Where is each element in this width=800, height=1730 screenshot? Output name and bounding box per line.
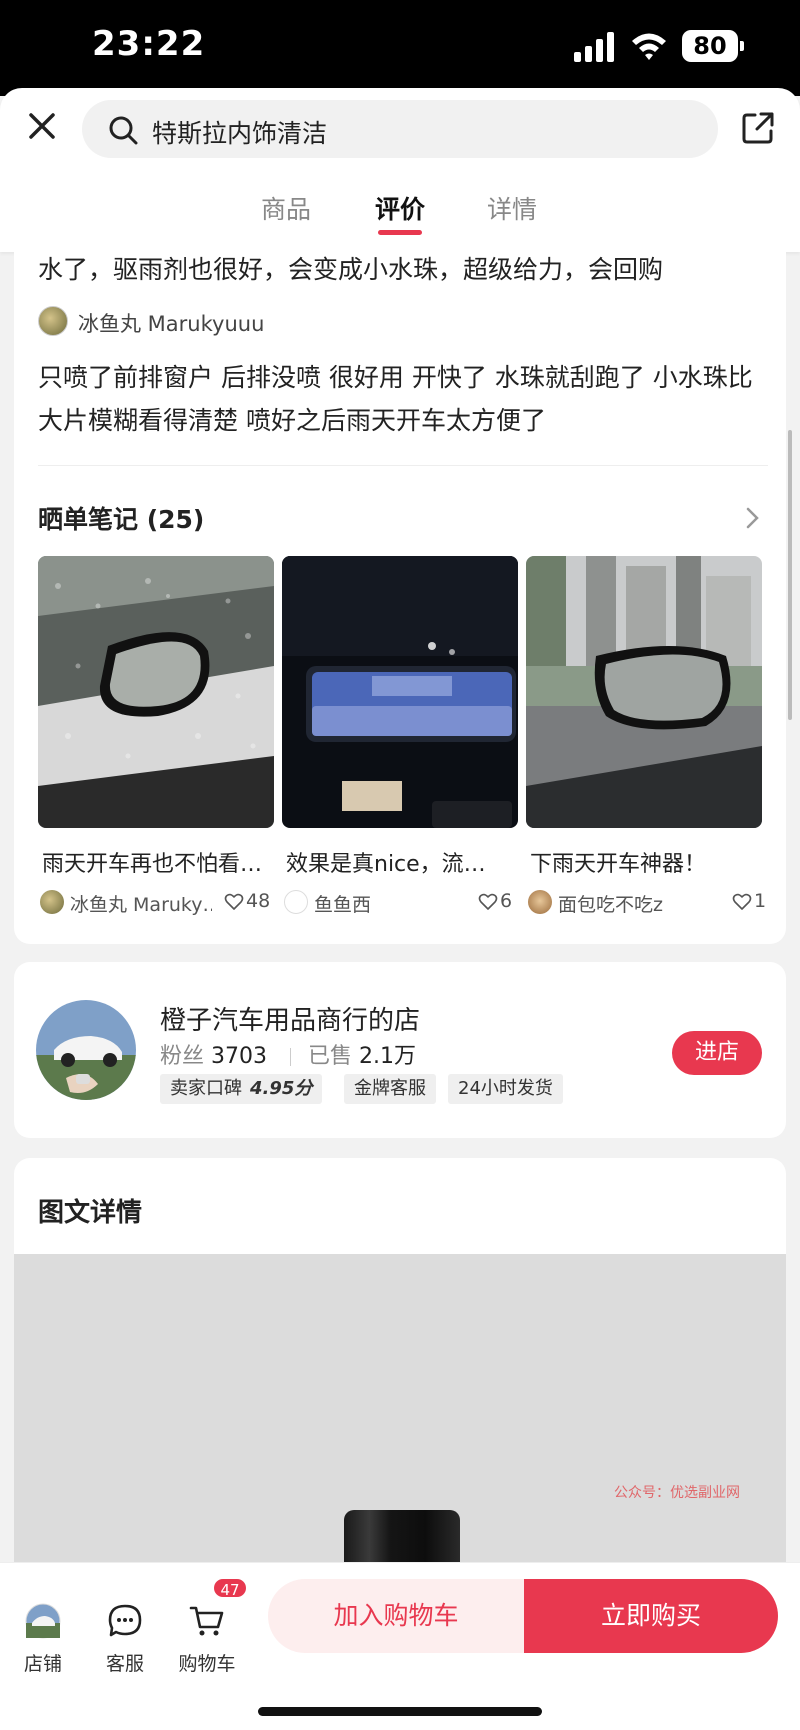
note-author: 鱼鱼西 6	[282, 888, 518, 916]
sold-count: 2.1万	[359, 1044, 417, 1069]
store-avatar-icon	[25, 1603, 61, 1639]
note-author-name: 冰鱼丸 Maruky…	[70, 894, 212, 916]
note-title: 效果是真nice，流…	[286, 852, 486, 877]
tab-details[interactable]: 详情	[462, 190, 562, 226]
scrollbar[interactable]	[788, 430, 792, 720]
heart-icon[interactable]	[732, 892, 752, 912]
sold-label: 已售	[308, 1044, 353, 1069]
chat-icon	[108, 1604, 142, 1637]
search-bar[interactable]: 特斯拉内饰清洁	[82, 100, 718, 158]
note-author-name: 鱼鱼西	[314, 894, 372, 916]
note-title: 下雨天开车神器！	[530, 852, 707, 877]
wifi-icon	[632, 33, 666, 60]
gold-service-tag: 金牌客服	[344, 1074, 436, 1104]
avatar	[40, 890, 64, 914]
review-text: 只喷了前排窗户 后排没喷 很好用 开快了 水珠就刮跑了 小水珠比大片模糊看得清楚…	[38, 363, 753, 435]
divider	[290, 1048, 292, 1066]
tab-reviews[interactable]: 评价	[350, 190, 450, 226]
shop-name: 橙子汽车用品商行的店	[160, 1006, 421, 1036]
service-label: 客服	[105, 1653, 144, 1675]
bottom-action-bar: 店铺 客服 购物车 47 加入购物车 立即购买	[0, 1562, 800, 1730]
chevron-right-icon[interactable]	[744, 506, 762, 530]
seller-rating-value: 4.95分	[250, 1078, 313, 1099]
heart-icon[interactable]	[478, 892, 498, 912]
search-query: 特斯拉内饰清洁	[152, 119, 328, 148]
review-text-previous: 水了，驱雨剂也很好，会变成小水珠，超级给力，会回购	[38, 255, 664, 284]
shipping-tag: 24小时发货	[448, 1074, 563, 1104]
seller-rating-tag: 卖家口碑 4.95分	[160, 1074, 323, 1104]
fans-count: 3703	[211, 1044, 268, 1069]
watermark: 公众号：优选副业网	[614, 1485, 740, 1501]
note-image	[38, 556, 274, 828]
avatar	[284, 890, 308, 914]
shop-stats: 粉丝 3703 已售 2.1万	[160, 1038, 422, 1070]
reviews-card: 水了，驱雨剂也很好，会变成小水珠，超级给力，会回购 冰鱼丸 Marukyuuu …	[14, 250, 786, 944]
note-author: 冰鱼丸 Maruky… 48	[38, 888, 274, 916]
fans-label: 粉丝	[160, 1044, 205, 1069]
close-icon[interactable]	[22, 106, 62, 146]
active-tab-indicator	[378, 230, 422, 235]
add-to-cart-button[interactable]: 加入购物车	[268, 1579, 524, 1653]
search-icon	[109, 116, 138, 145]
cart-label: 购物车	[178, 1653, 236, 1675]
seller-rating-label: 卖家口碑	[170, 1078, 242, 1099]
avatar	[528, 890, 552, 914]
avatar	[38, 306, 68, 336]
like-count: 1	[754, 890, 767, 912]
share-icon[interactable]	[740, 110, 776, 146]
note-image	[282, 556, 518, 828]
status-time: 23:22	[92, 24, 206, 64]
like-count: 48	[246, 890, 271, 912]
divider	[38, 465, 768, 466]
enter-shop-button[interactable]: 进店	[672, 1031, 762, 1075]
signal-icon	[574, 32, 614, 62]
shop-card[interactable]: 橙子汽车用品商行的店 粉丝 3703 已售 2.1万 卖家口碑 4.95分 金牌客…	[14, 962, 786, 1138]
status-bar: 23:22 80	[0, 0, 800, 96]
details-title: 图文详情	[38, 1198, 143, 1228]
cart-count-badge: 47	[212, 1577, 248, 1599]
cart-icon	[189, 1606, 224, 1636]
note-author: 面包吃不吃z 1	[526, 888, 766, 916]
tab-products[interactable]: 商品	[236, 190, 336, 226]
reviewer-name: 冰鱼丸 Marukyuuu	[78, 312, 265, 336]
store-label: 店铺	[23, 1653, 62, 1675]
shop-avatar[interactable]	[36, 1000, 136, 1100]
note-image	[526, 556, 762, 828]
buy-now-button[interactable]: 立即购买	[524, 1579, 778, 1653]
notes-section-title[interactable]: 晒单笔记 (25)	[38, 500, 204, 536]
heart-icon[interactable]	[224, 892, 244, 912]
note-title: 雨天开车再也不怕看…	[42, 852, 263, 877]
note-author-name: 面包吃不吃z	[558, 894, 663, 916]
home-indicator	[258, 1707, 542, 1716]
battery-indicator: 80	[682, 30, 744, 62]
like-count: 6	[500, 890, 513, 912]
